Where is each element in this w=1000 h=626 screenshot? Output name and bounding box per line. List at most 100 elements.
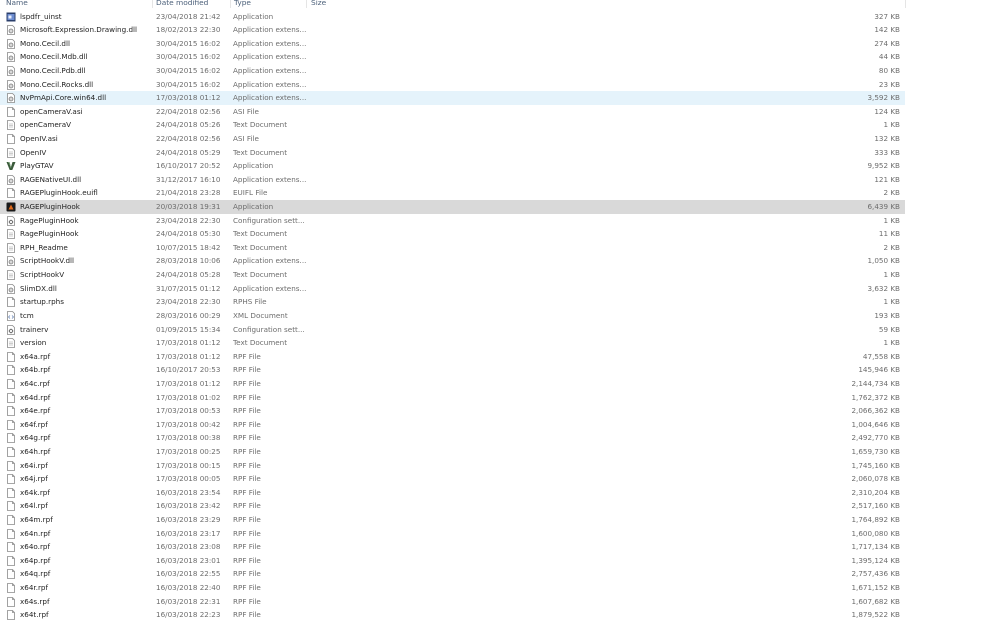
blank-file-icon [6, 433, 16, 444]
file-row[interactable]: ScriptHookV.dll 28/03/2018 10:06 Applicati… [0, 254, 905, 268]
file-name: x64o.rpf [20, 542, 51, 552]
file-icon-cell [6, 186, 18, 200]
file-row[interactable]: RagePluginHook 23/04/2018 22:30 Configurat… [0, 214, 905, 228]
file-row[interactable]: Mono.Cecil.Pdb.dll 30/04/2015 16:02 Applic… [0, 64, 905, 78]
file-row[interactable]: x64o.rpf 16/03/2018 23:08 RPF File 1,717,13… [0, 540, 905, 554]
file-date: 31/07/2015 01:12 [156, 283, 221, 293]
file-row[interactable]: x64l.rpf 16/03/2018 23:42 RPF File 2,517,16… [0, 499, 905, 513]
dll-icon [6, 174, 16, 185]
file-type: Configuration sett... [233, 215, 305, 225]
file-type: RPF File [233, 365, 261, 375]
file-size: 2,517,160 KB [851, 501, 900, 511]
file-size: 1 KB [883, 270, 900, 280]
blank-file-icon [6, 515, 16, 525]
file-row[interactable]: x64g.rpf 17/03/2018 00:38 RPF File 2,492,77… [0, 431, 905, 445]
file-date: 23/04/2018 22:30 [156, 297, 221, 307]
file-row[interactable]: RAGEPluginHook.euifl 21/04/2018 23:28 EUIF… [0, 186, 905, 200]
config-file-icon [6, 215, 16, 226]
file-size: 124 KB [874, 106, 900, 116]
xml-file-icon [6, 311, 16, 321]
file-date: 16/03/2018 23:01 [156, 555, 221, 565]
file-icon-cell [6, 78, 18, 92]
column-divider[interactable] [230, 0, 231, 8]
file-icon-cell [6, 581, 18, 595]
file-row[interactable]: x64f.rpf 17/03/2018 00:42 RPF File 1,004,64… [0, 418, 905, 432]
column-header-size[interactable]: Size [311, 0, 326, 8]
file-row[interactable]: OpenIV 24/04/2018 05:29 Text Document 333 K… [0, 146, 905, 160]
file-type: Application [233, 161, 274, 171]
file-icon-cell [6, 159, 18, 173]
file-date: 16/03/2018 23:29 [156, 515, 221, 525]
file-row[interactable]: Microsoft.Expression.Drawing.dll 18/02/20… [0, 23, 905, 37]
file-row[interactable]: x64s.rpf 16/03/2018 22:31 RPF File 1,607,68… [0, 595, 905, 609]
column-divider[interactable] [905, 0, 906, 8]
column-header-date[interactable]: Date modified [156, 0, 208, 8]
file-date: 17/03/2018 00:38 [156, 433, 221, 443]
file-row[interactable]: x64k.rpf 16/03/2018 23:54 RPF File 2,310,20… [0, 486, 905, 500]
file-row[interactable]: x64b.rpf 16/10/2017 20:53 RPF File 145,946 … [0, 363, 905, 377]
file-row[interactable]: openCameraV.asi 22/04/2018 02:56 ASI File 1… [0, 105, 905, 119]
file-row[interactable]: x64i.rpf 17/03/2018 00:15 RPF File 1,745,16… [0, 459, 905, 473]
file-row[interactable]: x64d.rpf 17/03/2018 01:02 RPF File 1,762,37… [0, 391, 905, 405]
file-date: 17/03/2018 00:25 [156, 447, 221, 456]
file-row[interactable]: tcm 28/03/2016 00:29 XML Document 193 KB [0, 309, 905, 323]
file-row[interactable]: x64h.rpf 17/03/2018 00:25 RPF File 1,659,73… [0, 445, 905, 459]
file-row[interactable]: trainerv 01/09/2015 15:34 Configuration se… [0, 323, 905, 337]
file-size: 1,004,646 KB [851, 419, 900, 429]
file-row[interactable]: Mono.Cecil.dll 30/04/2015 16:02 Applicatio… [0, 37, 905, 51]
file-row[interactable]: x64c.rpf 17/03/2018 01:12 RPF File 2,144,73… [0, 377, 905, 391]
file-icon-cell [6, 418, 18, 432]
file-row[interactable]: x64e.rpf 17/03/2018 00:53 RPF File 2,066,36… [0, 404, 905, 418]
file-row[interactable]: x64p.rpf 16/03/2018 23:01 RPF File 1,395,12… [0, 554, 905, 568]
file-row[interactable]: Mono.Cecil.Rocks.dll 30/04/2015 16:02 Appl… [0, 78, 905, 92]
file-row[interactable]: x64a.rpf 17/03/2018 01:12 RPF File 47,558 K… [0, 350, 905, 364]
file-row[interactable]: x64m.rpf 16/03/2018 23:29 RPF File 1,764,89… [0, 513, 905, 527]
file-type: RPF File [233, 433, 261, 443]
file-name: ScriptHookV.dll [20, 256, 75, 266]
column-header-name[interactable]: Name [6, 0, 28, 8]
file-date: 17/03/2018 01:12 [156, 351, 221, 361]
file-row[interactable]: NvPmApi.Core.win64.dll 17/03/2018 01:12 Ap… [0, 91, 905, 105]
file-row[interactable]: x64q.rpf 16/03/2018 22:55 RPF File 2,757,43… [0, 567, 905, 581]
file-row[interactable]: RagePluginHook 24/04/2018 05:30 Text Docum… [0, 227, 905, 241]
column-divider[interactable] [306, 0, 307, 8]
file-row[interactable]: SlimDX.dll 31/07/2015 01:12 Application ex… [0, 282, 905, 296]
file-type: RPF File [233, 419, 261, 429]
file-name: RAGENativeUI.dll [20, 174, 82, 184]
column-header-type[interactable]: Type [234, 0, 251, 8]
file-size: 3,592 KB [867, 93, 900, 103]
file-row[interactable]: x64j.rpf 17/03/2018 00:05 RPF File 2,060,07… [0, 472, 905, 486]
file-row[interactable]: RPH_Readme 10/07/2015 18:42 Text Document 2… [0, 241, 905, 255]
column-divider[interactable] [152, 0, 153, 8]
file-icon-cell [6, 200, 18, 214]
file-icon-cell [6, 567, 18, 581]
file-row[interactable]: version 17/03/2018 01:12 Text Document 1 KB [0, 336, 905, 350]
file-row[interactable]: x64n.rpf 16/03/2018 23:17 RPF File 1,600,08… [0, 527, 905, 541]
file-icon-cell [6, 608, 18, 622]
file-row[interactable]: x64r.rpf 16/03/2018 22:40 RPF File 1,671,15… [0, 581, 905, 595]
file-row[interactable]: ScriptHookV 24/04/2018 05:28 Text Document… [0, 268, 905, 282]
rph-app-icon [6, 202, 16, 212]
file-date: 23/04/2018 22:30 [156, 215, 221, 225]
file-row[interactable]: x64t.rpf 16/03/2018 22:23 RPF File 1,879,52… [0, 608, 905, 622]
file-row[interactable]: lspdfr_uinst 23/04/2018 21:42 Application 3… [0, 10, 905, 24]
file-row[interactable]: RAGEPluginHook 20/03/2018 19:31 Applicatio… [0, 200, 905, 214]
blank-file-icon [6, 460, 16, 471]
text-file-icon [6, 338, 16, 349]
file-row[interactable]: startup.rphs 23/04/2018 22:30 RPHS File 1 K… [0, 295, 905, 309]
file-name: x64h.rpf [20, 447, 51, 456]
file-name: RPH_Readme [20, 242, 68, 252]
file-row[interactable]: PlayGTAV 16/10/2017 20:52 Application 9,952… [0, 159, 905, 173]
file-date: 17/03/2018 00:53 [156, 406, 221, 416]
file-name: x64t.rpf [20, 610, 49, 620]
file-row[interactable]: Mono.Cecil.Mdb.dll 30/04/2015 16:02 Applic… [0, 50, 905, 64]
file-name: Microsoft.Expression.Drawing.dll [20, 25, 138, 35]
file-row[interactable]: RAGENativeUI.dll 31/12/2017 16:10 Applicat… [0, 173, 905, 187]
file-size: 1,717,134 KB [851, 542, 900, 552]
file-row[interactable]: OpenIV.asi 22/04/2018 02:56 ASI File 132 KB [0, 132, 905, 146]
file-size: 2 KB [883, 188, 900, 198]
file-size: 333 KB [874, 147, 900, 157]
file-size: 3,632 KB [867, 283, 900, 293]
file-row[interactable]: openCameraV 24/04/2018 05:26 Text Document… [0, 118, 905, 132]
file-icon-cell [6, 513, 18, 527]
